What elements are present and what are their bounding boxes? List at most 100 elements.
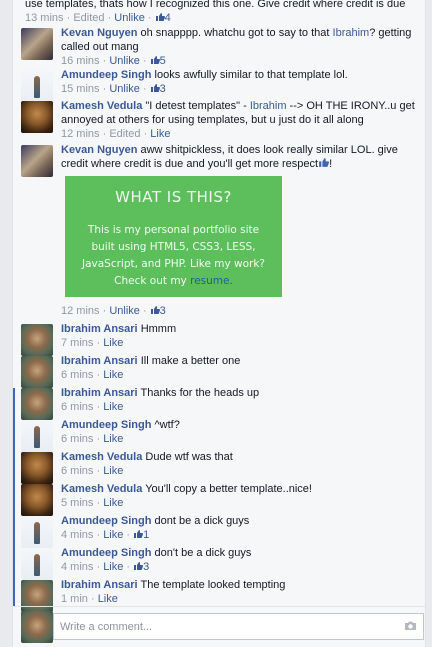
comment-time[interactable]: 16 mins <box>61 55 100 67</box>
like-link[interactable]: Like <box>98 593 118 605</box>
comment-author[interactable]: Kamesh Vedula <box>61 451 142 463</box>
comment-text: Ibrahim Ansari Thanks for the heads up <box>61 387 260 399</box>
comment: Ibrahim Ansari Ill make a better one 6 m… <box>13 354 425 388</box>
unlike-link[interactable]: Unlike <box>114 12 145 24</box>
edited-label[interactable]: Edited <box>109 128 140 140</box>
like-link[interactable]: Like <box>103 401 123 413</box>
like-count[interactable]: 3 <box>150 83 166 95</box>
comment-text: Kamesh Vedula Dude wtf was that <box>61 451 233 463</box>
unlike-link[interactable]: Unlike <box>109 83 140 95</box>
comment: Kamesh Vedula "I detest templates" - Ibr… <box>13 99 425 141</box>
comment-author[interactable]: Ibrahim Ansari <box>61 579 138 591</box>
like-link[interactable]: Like <box>103 497 123 509</box>
mention-link[interactable]: Ibrahim <box>250 100 287 112</box>
mention-link[interactable]: Ibrahim <box>333 27 370 39</box>
comment-time[interactable]: 12 mins <box>61 128 100 140</box>
composer-avatar[interactable] <box>21 611 53 643</box>
avatar[interactable] <box>21 548 53 580</box>
comment-author[interactable]: Amundeep Singh <box>61 419 151 431</box>
unlike-link[interactable]: Unlike <box>109 305 140 317</box>
like-link[interactable]: Like <box>103 465 123 477</box>
like-count[interactable]: 3 <box>150 305 166 317</box>
thumbs-up-icon <box>155 13 165 21</box>
avatar[interactable] <box>21 324 53 356</box>
comment-text: Kevan Nguyen oh snapppp. whatchu got to … <box>61 27 412 53</box>
comment-text: use templates, thats how I recognized th… <box>25 0 406 10</box>
avatar[interactable] <box>21 356 53 388</box>
like-link[interactable]: Like <box>103 529 123 541</box>
avatar[interactable] <box>21 484 53 516</box>
comment-time[interactable]: 12 mins <box>61 305 100 317</box>
comment-composer: Write a comment... <box>13 606 425 647</box>
preview-body: This is my personal portfolio site built… <box>81 224 266 287</box>
like-link[interactable]: Like <box>103 369 123 381</box>
comment-text: Amundeep Singh don't be a dick guys <box>61 547 252 559</box>
comment-meta: 6 mins · Like <box>61 433 124 445</box>
comment-time[interactable]: 4 mins <box>61 529 93 541</box>
comment-time[interactable]: 15 mins <box>61 83 100 95</box>
comment-meta: 12 mins · Unlike · 3 <box>61 305 166 317</box>
like-count[interactable]: 4 <box>155 12 171 24</box>
comment-text: Kevan Nguyen aww shitpickless, it does l… <box>61 144 398 170</box>
comment-author[interactable]: Ibrahim Ansari <box>61 323 138 335</box>
comment: Kamesh Vedula You'll copy a better templ… <box>13 482 425 516</box>
resume-link[interactable]: resume. <box>190 275 233 287</box>
avatar[interactable] <box>21 70 53 102</box>
comment-text: Ibrahim Ansari Hmmm <box>61 323 177 335</box>
comment-author[interactable]: Kamesh Vedula <box>61 100 142 112</box>
comment-time[interactable]: 4 mins <box>61 561 93 573</box>
comment-meta: 13 mins · Edited · Unlike · 4 <box>25 12 171 24</box>
link-preview[interactable]: WHAT IS THIS? This is my personal portfo… <box>65 176 282 297</box>
comment: use templates, thats how I recognized th… <box>13 0 425 25</box>
comment-time[interactable]: 13 mins <box>25 12 64 24</box>
avatar[interactable] <box>21 101 53 133</box>
comment-author[interactable]: Ibrahim Ansari <box>61 387 138 399</box>
comment-author[interactable]: Kevan Nguyen <box>61 27 137 39</box>
like-emoticon-icon <box>319 158 330 167</box>
avatar[interactable] <box>21 516 53 548</box>
like-link[interactable]: Like <box>150 128 170 140</box>
thumbs-up-icon <box>150 56 160 64</box>
comment-time[interactable]: 6 mins <box>61 465 93 477</box>
avatar[interactable] <box>21 388 53 420</box>
comment: Ibrahim Ansari The template looked tempt… <box>13 578 425 612</box>
comment-input[interactable]: Write a comment... <box>53 613 424 640</box>
comment: Ibrahim Ansari Thanks for the heads up 6… <box>13 386 425 420</box>
unlike-link[interactable]: Unlike <box>109 55 140 67</box>
comment-author[interactable]: Kevan Nguyen <box>61 144 137 156</box>
avatar[interactable] <box>21 28 53 60</box>
like-count[interactable]: 3 <box>133 561 149 573</box>
comment-time[interactable]: 6 mins <box>61 401 93 413</box>
comment-time[interactable]: 6 mins <box>61 433 93 445</box>
camera-icon[interactable] <box>404 621 417 631</box>
comment-author[interactable]: Amundeep Singh <box>61 515 151 527</box>
comment-author[interactable]: Kamesh Vedula <box>61 483 142 495</box>
comment-meta: 4 mins · Like · 3 <box>61 561 150 573</box>
avatar[interactable] <box>21 452 53 484</box>
comment-meta: 6 mins · Like <box>61 401 124 413</box>
like-link[interactable]: Like <box>103 337 123 349</box>
comment: Amundeep Singh looks awfully similar to … <box>13 68 425 102</box>
like-count[interactable]: 1 <box>133 529 149 541</box>
comment: Kevan Nguyen oh snapppp. whatchu got to … <box>13 26 425 68</box>
comment-time[interactable]: 7 mins <box>61 337 93 349</box>
comment-text: Amundeep Singh looks awfully similar to … <box>61 69 348 81</box>
avatar[interactable] <box>21 145 53 177</box>
comment: Amundeep Singh don't be a dick guys 4 mi… <box>13 546 425 580</box>
comment-author[interactable]: Amundeep Singh <box>61 547 151 559</box>
like-count[interactable]: 5 <box>150 55 166 67</box>
comment-time[interactable]: 5 mins <box>61 497 93 509</box>
comment-text: Amundeep Singh ^wtf? <box>61 419 180 431</box>
avatar[interactable] <box>21 420 53 452</box>
thumbs-up-icon <box>134 530 144 538</box>
comment-time[interactable]: 1 min <box>61 593 88 605</box>
edited-label[interactable]: Edited <box>73 12 104 24</box>
like-link[interactable]: Like <box>103 433 123 445</box>
comment-text: Ibrahim Ansari Ill make a better one <box>61 355 241 367</box>
comment: Ibrahim Ansari Hmmm 7 mins · Like <box>13 322 425 356</box>
comment-time[interactable]: 6 mins <box>61 369 93 381</box>
comment-author[interactable]: Amundeep Singh <box>61 69 151 81</box>
comment-meta: 7 mins · Like <box>61 337 124 349</box>
comment-author[interactable]: Ibrahim Ansari <box>61 355 138 367</box>
like-link[interactable]: Like <box>103 561 123 573</box>
